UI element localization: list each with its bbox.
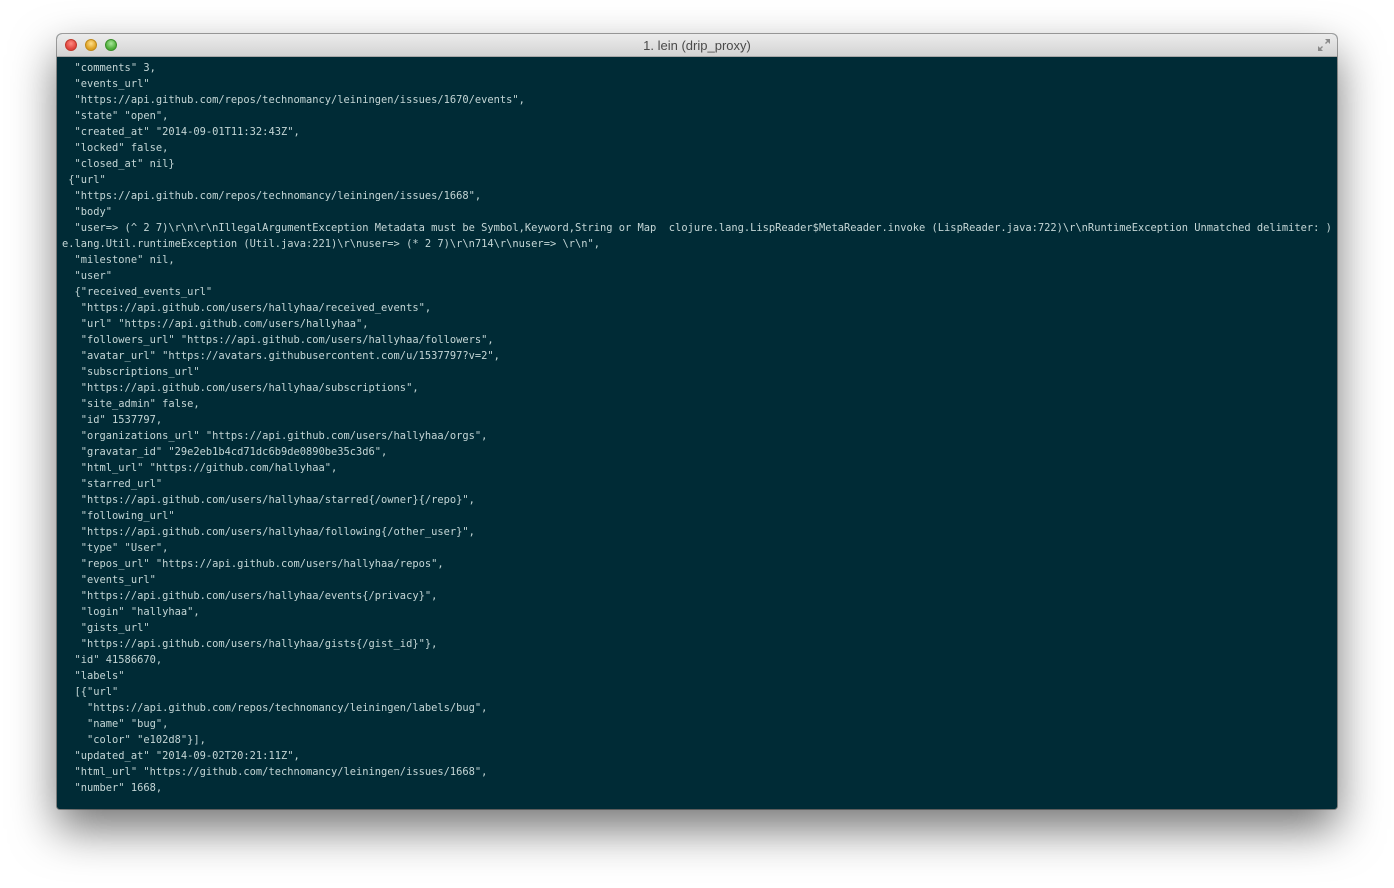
terminal-line: "number" 1668, (62, 782, 163, 794)
terminal-line: "https://api.github.com/users/hallyhaa/r… (62, 302, 432, 314)
terminal-line: "milestone" nil, (62, 254, 175, 266)
terminal-line: "gists_url" (62, 622, 150, 634)
terminal-line: "repos_url" "https://api.github.com/user… (62, 558, 444, 570)
terminal-line: "labels" (62, 670, 125, 682)
terminal-line: "https://api.github.com/users/hallyhaa/e… (62, 590, 438, 602)
terminal-line: "gravatar_id" "29e2eb1b4cd71dc6b9de0890b… (62, 446, 388, 458)
terminal-line: "id" 41586670, (62, 654, 163, 666)
title-bar[interactable]: 1. lein (drip_proxy) (57, 34, 1337, 57)
terminal-line: "user" (62, 270, 113, 282)
terminal-line: "events_url" (62, 78, 150, 90)
terminal-line: "https://api.github.com/users/hallyhaa/f… (62, 526, 475, 538)
terminal-line: "starred_url" (62, 478, 163, 490)
terminal-line: "url" "https://api.github.com/users/hall… (62, 318, 369, 330)
terminal-window: 1. lein (drip_proxy) "comments" 3, "even… (57, 34, 1337, 809)
terminal-line: "id" 1537797, (62, 414, 163, 426)
terminal-line: "locked" false, (62, 142, 169, 154)
terminal-line: "avatar_url" "https://avatars.githubuser… (62, 350, 500, 362)
terminal-line: "state" "open", (62, 110, 169, 122)
terminal-area[interactable]: "comments" 3, "events_url" "https://api.… (57, 57, 1337, 809)
terminal-line: "color" "e102d8"}], (62, 734, 206, 746)
terminal-line: {"received_events_url" (62, 286, 213, 298)
terminal-line: [{"url" (62, 686, 119, 698)
terminal-line: "created_at" "2014-09-01T11:32:43Z", (62, 126, 300, 138)
terminal-line: "following_url" (62, 510, 175, 522)
terminal-line: "organizations_url" "https://api.github.… (62, 430, 488, 442)
terminal-line: "events_url" (62, 574, 156, 586)
fullscreen-icon[interactable] (1317, 38, 1331, 52)
terminal-line: "user=> (^ 2 7)\r\n\r\nIllegalArgumentEx… (62, 222, 1337, 234)
terminal-line: "https://api.github.com/repos/technomanc… (62, 702, 488, 714)
terminal-line: "https://api.github.com/repos/technomanc… (62, 190, 482, 202)
terminal-line: {"url" (62, 174, 106, 186)
terminal-line: "followers_url" "https://api.github.com/… (62, 334, 494, 346)
terminal-line: "https://api.github.com/users/hallyhaa/s… (62, 494, 475, 506)
terminal-line: "login" "hallyhaa", (62, 606, 200, 618)
terminal-line: "html_url" "https://github.com/hallyhaa"… (62, 462, 338, 474)
terminal-output: "comments" 3, "events_url" "https://api.… (57, 57, 1337, 796)
terminal-line: "updated_at" "2014-09-02T20:21:11Z", (62, 750, 300, 762)
terminal-line: e.lang.Util.runtimeException (Util.java:… (62, 238, 600, 250)
terminal-line: "comments" 3, (62, 62, 156, 74)
terminal-line: "https://api.github.com/users/hallyhaa/s… (62, 382, 419, 394)
terminal-line: "https://api.github.com/users/hallyhaa/g… (62, 638, 438, 650)
terminal-line: "site_admin" false, (62, 398, 200, 410)
terminal-line: "closed_at" nil} (62, 158, 175, 170)
terminal-line: "name" "bug", (62, 718, 169, 730)
terminal-line: "https://api.github.com/repos/technomanc… (62, 94, 525, 106)
window-title: 1. lein (drip_proxy) (643, 38, 751, 53)
terminal-line: "subscriptions_url" (62, 366, 200, 378)
terminal-line: "html_url" "https://github.com/technoman… (62, 766, 488, 778)
terminal-line: "type" "User", (62, 542, 169, 554)
terminal-line: "body" (62, 206, 113, 218)
